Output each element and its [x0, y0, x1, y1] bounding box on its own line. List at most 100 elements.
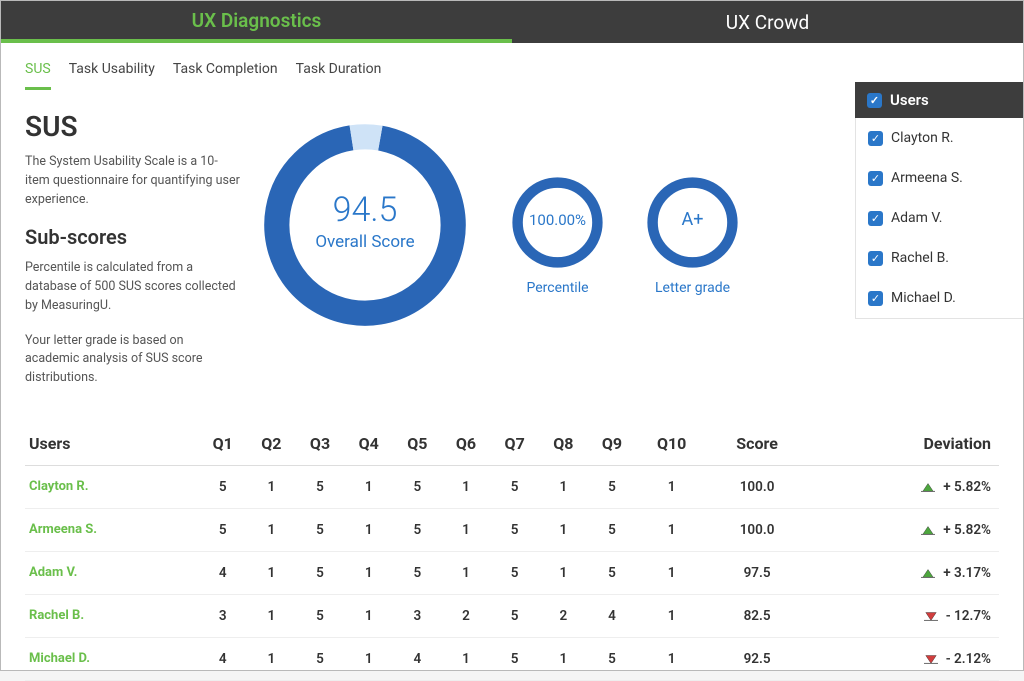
- cell-q: 1: [636, 551, 707, 594]
- cell-q: 5: [490, 551, 539, 594]
- cell-q: 1: [636, 637, 707, 680]
- users-panel: ✓ Users ✓ Clayton R. ✓ Armeena S. ✓ Adam V. ✓R…: [855, 82, 1023, 319]
- users-panel-title: Users: [890, 91, 929, 109]
- user-checkbox-item[interactable]: ✓ Clayton R.: [856, 118, 1023, 158]
- user-checkbox-item[interactable]: ✓ Armeena S.: [856, 158, 1023, 198]
- cell-score: 100.0: [707, 508, 807, 551]
- cell-q: 5: [198, 508, 247, 551]
- triangle-down-icon: [922, 652, 940, 666]
- col-deviation: Deviation: [807, 424, 999, 466]
- cell-q: 1: [539, 508, 588, 551]
- tab-ux-crowd[interactable]: UX Crowd: [512, 1, 1023, 43]
- users-panel-header[interactable]: ✓ Users: [855, 82, 1023, 118]
- col-q2: Q2: [247, 424, 296, 466]
- cell-user[interactable]: Michael D.: [25, 637, 198, 680]
- cell-q: 1: [539, 637, 588, 680]
- cell-q: 3: [198, 594, 247, 637]
- checkbox-icon[interactable]: ✓: [868, 251, 883, 266]
- col-q1: Q1: [198, 424, 247, 466]
- triangle-up-icon: [919, 523, 937, 537]
- subscores-desc-1: Percentile is calculated from a database…: [25, 259, 240, 315]
- cell-q: 5: [296, 594, 345, 637]
- cell-q: 1: [344, 508, 393, 551]
- cell-q: 5: [490, 508, 539, 551]
- cell-q: 5: [393, 551, 442, 594]
- user-name: Michael D.: [891, 290, 956, 306]
- table-row: Rachel B.315132524182.5- 12.7%: [25, 594, 999, 637]
- cell-q: 1: [636, 465, 707, 508]
- user-name: Adam V.: [891, 210, 942, 226]
- cell-user[interactable]: Adam V.: [25, 551, 198, 594]
- subtab-task-completion[interactable]: Task Completion: [173, 61, 278, 90]
- cell-q: 5: [296, 551, 345, 594]
- cell-q: 5: [296, 465, 345, 508]
- user-name: Armeena S.: [891, 170, 963, 186]
- user-checkbox-item[interactable]: ✓ Michael D.: [856, 278, 1023, 318]
- cell-q: 1: [344, 551, 393, 594]
- cell-q: 4: [198, 637, 247, 680]
- page-desc: The System Usability Scale is a 10-item …: [25, 153, 240, 209]
- col-users: Users: [25, 424, 198, 466]
- overall-score-gauge: 94.5 Overall Score: [260, 120, 470, 330]
- cell-user[interactable]: Armeena S.: [25, 508, 198, 551]
- tab-ux-diagnostics[interactable]: UX Diagnostics: [1, 1, 512, 43]
- grade-value: A+: [645, 209, 740, 230]
- subscores-desc-2: Your letter grade is based on academic a…: [25, 332, 240, 388]
- cell-q: 1: [247, 637, 296, 680]
- col-q6: Q6: [442, 424, 491, 466]
- col-q5: Q5: [393, 424, 442, 466]
- cell-q: 2: [442, 594, 491, 637]
- checkbox-icon[interactable]: ✓: [868, 171, 883, 186]
- triangle-up-icon: [919, 480, 937, 494]
- overall-score-label: Overall Score: [260, 232, 470, 252]
- cell-user[interactable]: Rachel B.: [25, 594, 198, 637]
- cell-q: 5: [198, 465, 247, 508]
- cell-q: 4: [198, 551, 247, 594]
- cell-deviation: + 3.17%: [807, 551, 999, 594]
- cell-user[interactable]: Clayton R.: [25, 465, 198, 508]
- app-root: UX Diagnostics UX Crowd SUS Task Usabili…: [0, 0, 1024, 671]
- checkbox-icon[interactable]: ✓: [868, 211, 883, 226]
- cell-q: 5: [588, 508, 637, 551]
- cell-q: 1: [247, 465, 296, 508]
- cell-q: 1: [247, 551, 296, 594]
- checkbox-icon[interactable]: ✓: [868, 291, 883, 306]
- content-area: SUS The System Usability Scale is a 10-i…: [1, 90, 1023, 404]
- cell-q: 3: [393, 594, 442, 637]
- cell-q: 5: [588, 551, 637, 594]
- percentile-gauge: 100.00% Percentile: [510, 120, 605, 296]
- cell-deviation: + 5.82%: [807, 508, 999, 551]
- table-row: Michael D.415141515192.5- 2.12%: [25, 637, 999, 680]
- cell-deviation: - 2.12%: [807, 637, 999, 680]
- cell-q: 1: [636, 508, 707, 551]
- table-row: Armeena S.5151515151100.0+ 5.82%: [25, 508, 999, 551]
- subtab-task-duration[interactable]: Task Duration: [296, 61, 382, 90]
- table-row: Adam V.415151515197.5+ 3.17%: [25, 551, 999, 594]
- col-q10: Q10: [636, 424, 707, 466]
- cell-q: 1: [442, 637, 491, 680]
- cell-score: 97.5: [707, 551, 807, 594]
- subscores-title: Sub-scores: [25, 225, 240, 249]
- cell-q: 1: [344, 465, 393, 508]
- user-checkbox-item[interactable]: ✓ Adam V.: [856, 198, 1023, 238]
- checkbox-icon[interactable]: ✓: [868, 131, 883, 146]
- page-title: SUS: [25, 110, 240, 143]
- cell-deviation: - 12.7%: [807, 594, 999, 637]
- user-name: Clayton R.: [891, 130, 954, 146]
- col-q3: Q3: [296, 424, 345, 466]
- overall-score-value: 94.5: [260, 190, 470, 230]
- cell-q: 5: [490, 637, 539, 680]
- cell-q: 1: [247, 508, 296, 551]
- cell-q: 5: [296, 508, 345, 551]
- cell-q: 5: [588, 465, 637, 508]
- cell-q: 1: [442, 465, 491, 508]
- subtab-task-usability[interactable]: Task Usability: [69, 61, 155, 90]
- sus-table: Users Q1 Q2 Q3 Q4 Q5 Q6 Q7 Q8 Q9 Q10 Sco…: [1, 424, 1023, 681]
- checkbox-icon[interactable]: ✓: [867, 93, 882, 108]
- cell-deviation: + 5.82%: [807, 465, 999, 508]
- cell-score: 100.0: [707, 465, 807, 508]
- user-checkbox-item[interactable]: ✓Rachel B.: [856, 238, 1023, 278]
- subtab-sus[interactable]: SUS: [25, 61, 51, 90]
- cell-q: 5: [490, 594, 539, 637]
- grade-gauge: A+ Letter grade: [645, 120, 740, 296]
